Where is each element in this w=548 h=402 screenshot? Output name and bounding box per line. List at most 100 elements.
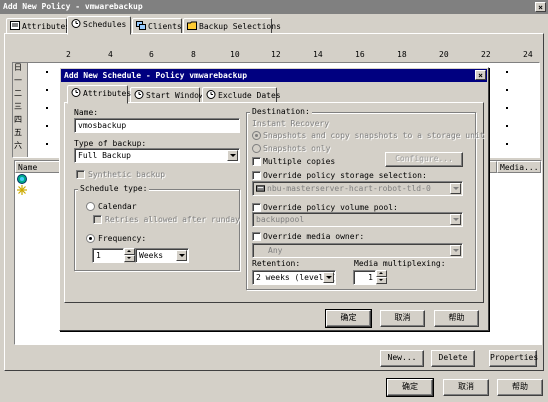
- override-storage-checkbox[interactable]: [252, 171, 261, 180]
- timeline-tick: [506, 89, 508, 91]
- snap-only-radio[interactable]: [252, 144, 261, 153]
- day-label: 三: [14, 102, 22, 111]
- backup-type-select[interactable]: Full Backup: [74, 148, 240, 163]
- timeline-tick: [506, 71, 508, 73]
- tab-exclude-dates[interactable]: Exclude Dates: [202, 87, 281, 103]
- column-header-media[interactable]: Media...: [497, 161, 541, 173]
- snap-only-label: Snapshots only: [263, 144, 331, 153]
- timeline-tick: [506, 143, 508, 145]
- tab-attributes-label: Attributes: [22, 22, 71, 31]
- override-media-owner-label: Override media owner:: [263, 232, 365, 241]
- volume-pool-select[interactable]: backuppool: [252, 212, 463, 227]
- configure-label: Configure...: [395, 154, 453, 163]
- multiplexing-input[interactable]: 1: [353, 270, 376, 285]
- schedule-cancel-button[interactable]: 取消: [380, 310, 425, 327]
- media-owner-value: Any: [268, 246, 283, 255]
- frequency-spinner[interactable]: [124, 248, 135, 263]
- tab-start-window[interactable]: Start Window: [130, 87, 204, 103]
- policy-cancel-label: 取消: [458, 382, 474, 391]
- schedule-ok-button[interactable]: 确定: [325, 309, 372, 328]
- calendar-label: Calendar: [98, 202, 137, 211]
- policy-ok-button[interactable]: 确定: [386, 378, 434, 397]
- schedule-help-button[interactable]: 帮助: [434, 310, 479, 327]
- instant-recovery-label: Instant Recovery: [252, 119, 330, 128]
- day-label: 一: [14, 76, 22, 85]
- volume-pool-value: backuppool: [256, 215, 305, 224]
- folder-icon: [187, 21, 197, 30]
- configure-button[interactable]: Configure...: [385, 152, 463, 167]
- override-volume-checkbox[interactable]: [252, 203, 261, 212]
- hour-label: 24: [523, 50, 533, 59]
- frequency-unit-select[interactable]: Weeks: [135, 248, 189, 263]
- destination-label: Destination:: [250, 107, 312, 117]
- clients-icon: [136, 21, 146, 30]
- policy-cancel-button[interactable]: 取消: [443, 379, 489, 396]
- schedule-tabstrip: Attributes Start Window Exclude Dates: [67, 85, 483, 104]
- timeline-tick: [46, 143, 48, 145]
- synthetic-backup-checkbox[interactable]: [76, 170, 85, 179]
- tab-backup-selections[interactable]: Backup Selections: [183, 18, 281, 34]
- synthetic-backup-label: Synthetic backup: [88, 170, 166, 179]
- chevron-down-icon[interactable]: [450, 245, 461, 256]
- tab-schedule-attributes[interactable]: Attributes: [67, 85, 132, 104]
- hour-label: 4: [108, 50, 113, 59]
- spin-up-icon[interactable]: [124, 248, 135, 255]
- chevron-down-icon[interactable]: [323, 272, 334, 283]
- chevron-down-icon[interactable]: [450, 214, 461, 225]
- tab-schedules[interactable]: Schedules: [67, 16, 131, 35]
- storage-value: nbu-masterserver-hcart-robot-tld-0: [267, 184, 431, 193]
- schedule-type-label: Schedule type:: [78, 184, 150, 194]
- hour-label: 2: [66, 50, 71, 59]
- multiplexing-label: Media multiplexing:: [354, 259, 446, 268]
- policy-help-label: 帮助: [512, 382, 528, 391]
- schedule-name-input[interactable]: vmosbackup: [74, 118, 240, 133]
- schedule-dialog-title: Add New Schedule - Policy vmwarebackup: [64, 71, 248, 80]
- schedule-close-button[interactable]: ×: [475, 70, 486, 80]
- schedule-help-label: 帮助: [448, 313, 465, 322]
- policy-close-button[interactable]: ×: [535, 2, 546, 12]
- timeline-tick: [46, 71, 48, 73]
- multiplexing-spinner[interactable]: [376, 270, 387, 285]
- spin-down-icon[interactable]: [124, 255, 135, 262]
- policy-help-button[interactable]: 帮助: [497, 379, 543, 396]
- retries-checkbox[interactable]: [93, 215, 102, 224]
- timeline-tick: [506, 107, 508, 109]
- clock-icon: [134, 90, 144, 99]
- override-media-owner-checkbox[interactable]: [252, 232, 261, 241]
- timeline-tick: [506, 125, 508, 127]
- hour-label: 22: [481, 50, 491, 59]
- tab-clients-label: Clients: [148, 22, 182, 31]
- chevron-down-icon[interactable]: [227, 150, 238, 161]
- frequency-radio[interactable]: [86, 234, 95, 243]
- name-label: Name:: [74, 108, 99, 117]
- tab-schedule-attributes-label: Attributes: [83, 89, 132, 98]
- delete-schedule-button[interactable]: Delete: [431, 350, 475, 367]
- schedule-item-icon[interactable]: [17, 174, 27, 184]
- hour-label: 12: [271, 50, 281, 59]
- spin-down-icon[interactable]: [376, 277, 387, 284]
- day-label: 五: [14, 128, 22, 137]
- multiple-copies-label: Multiple copies: [263, 157, 336, 166]
- frequency-input[interactable]: 1: [92, 248, 124, 263]
- tab-clients[interactable]: Clients: [132, 18, 182, 34]
- properties-button[interactable]: Properties: [489, 350, 538, 367]
- policy-window-title: Add New Policy - vmwarebackup: [3, 2, 143, 11]
- calendar-radio[interactable]: [86, 202, 95, 211]
- spin-up-icon[interactable]: [376, 270, 387, 277]
- calendar-icon: [206, 90, 216, 99]
- day-label: 四: [14, 115, 22, 124]
- new-item-icon: [17, 185, 27, 195]
- chevron-down-icon[interactable]: [176, 250, 187, 261]
- chevron-down-icon[interactable]: [450, 183, 461, 194]
- new-schedule-button[interactable]: New...: [380, 350, 424, 367]
- tab-attributes[interactable]: Attributes: [6, 18, 71, 34]
- schedule-name-value: vmosbackup: [78, 121, 127, 130]
- snap-copy-radio[interactable]: [252, 131, 261, 140]
- hour-header: 2 4 6 8 10 12 14 16 18 20 22 24: [12, 48, 542, 62]
- multiple-copies-checkbox[interactable]: [252, 157, 261, 166]
- hour-label: 18: [397, 50, 407, 59]
- media-owner-select[interactable]: Any: [252, 243, 463, 258]
- schedule-dialog-titlebar: Add New Schedule - Policy vmwarebackup: [61, 69, 487, 82]
- retention-select[interactable]: 2 weeks (level 1): [252, 270, 336, 285]
- storage-select[interactable]: nbu-masterserver-hcart-robot-tld-0: [252, 181, 463, 196]
